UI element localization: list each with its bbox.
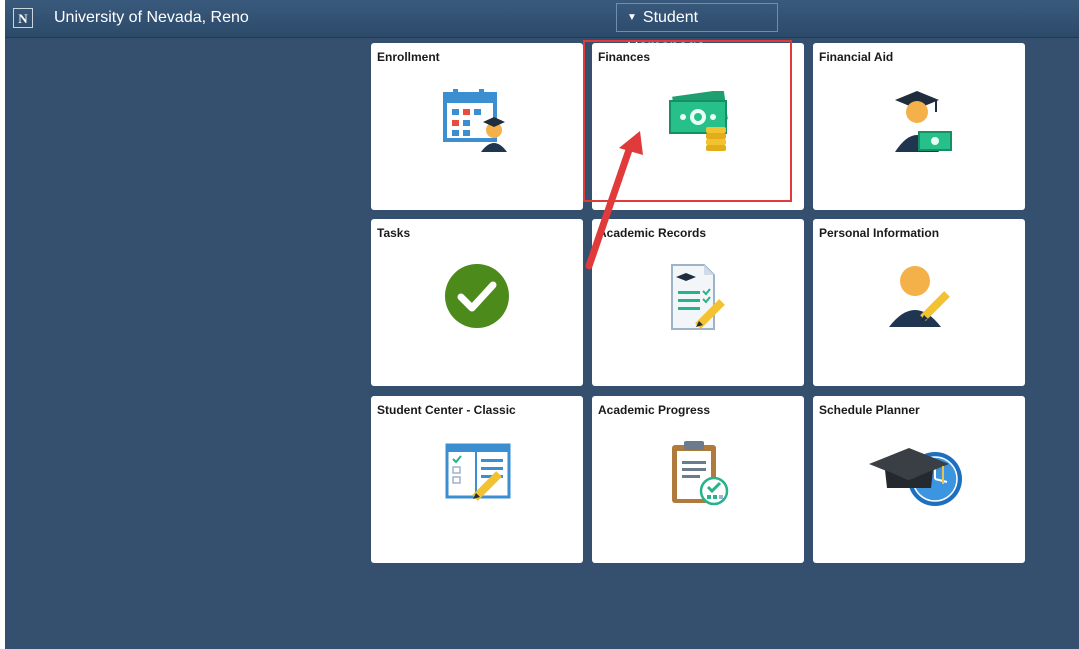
clipboard-progress-icon bbox=[672, 441, 729, 506]
person-edit-icon bbox=[889, 266, 950, 327]
tile-enrollment[interactable]: Enrollment bbox=[371, 43, 583, 210]
tile-title: Academic Records bbox=[598, 226, 707, 240]
cap-clock-icon bbox=[869, 448, 962, 506]
tile-title: Student Center - Classic bbox=[377, 403, 516, 417]
university-logo[interactable]: N bbox=[13, 8, 33, 28]
tile-title: Schedule Planner bbox=[819, 403, 920, 417]
tile-academic-records[interactable]: Academic Records bbox=[592, 219, 804, 386]
top-banner: N University of Nevada, Reno ▼Student Ho… bbox=[5, 0, 1079, 55]
caret-down-icon: ▼ bbox=[627, 12, 637, 23]
tile-student-center-classic[interactable]: Student Center - Classic bbox=[371, 396, 583, 563]
tile-schedule-planner[interactable]: Schedule Planner bbox=[813, 396, 1025, 563]
homepage-selector[interactable]: ▼Student Homepage bbox=[616, 3, 778, 55]
tile-title: Academic Progress bbox=[598, 403, 711, 417]
tile-finances[interactable]: Finances bbox=[592, 43, 804, 210]
tile-financial-aid[interactable]: Financial Aid bbox=[813, 43, 1025, 210]
graduate-money-icon bbox=[895, 91, 952, 152]
tile-title: Personal Information bbox=[819, 226, 940, 240]
tile-title: Tasks bbox=[377, 226, 411, 240]
tile-academic-progress[interactable]: Academic Progress bbox=[592, 396, 804, 563]
institution-name[interactable]: University of Nevada, Reno bbox=[54, 9, 249, 27]
tile-title: Enrollment bbox=[377, 50, 440, 64]
checkmark-icon bbox=[445, 264, 509, 328]
tile-title: Financial Aid bbox=[819, 50, 894, 64]
tile-personal-information[interactable]: Personal Information bbox=[813, 219, 1025, 386]
tile-tasks[interactable]: Tasks bbox=[371, 219, 583, 386]
money-coins-icon bbox=[669, 91, 728, 151]
tile-title: Finances bbox=[598, 50, 651, 64]
transcript-icon bbox=[671, 264, 725, 330]
classic-form-icon bbox=[445, 443, 511, 501]
app-window: N University of Nevada, Reno ▼Student Ho… bbox=[5, 0, 1079, 649]
calendar-student-icon bbox=[443, 89, 507, 152]
